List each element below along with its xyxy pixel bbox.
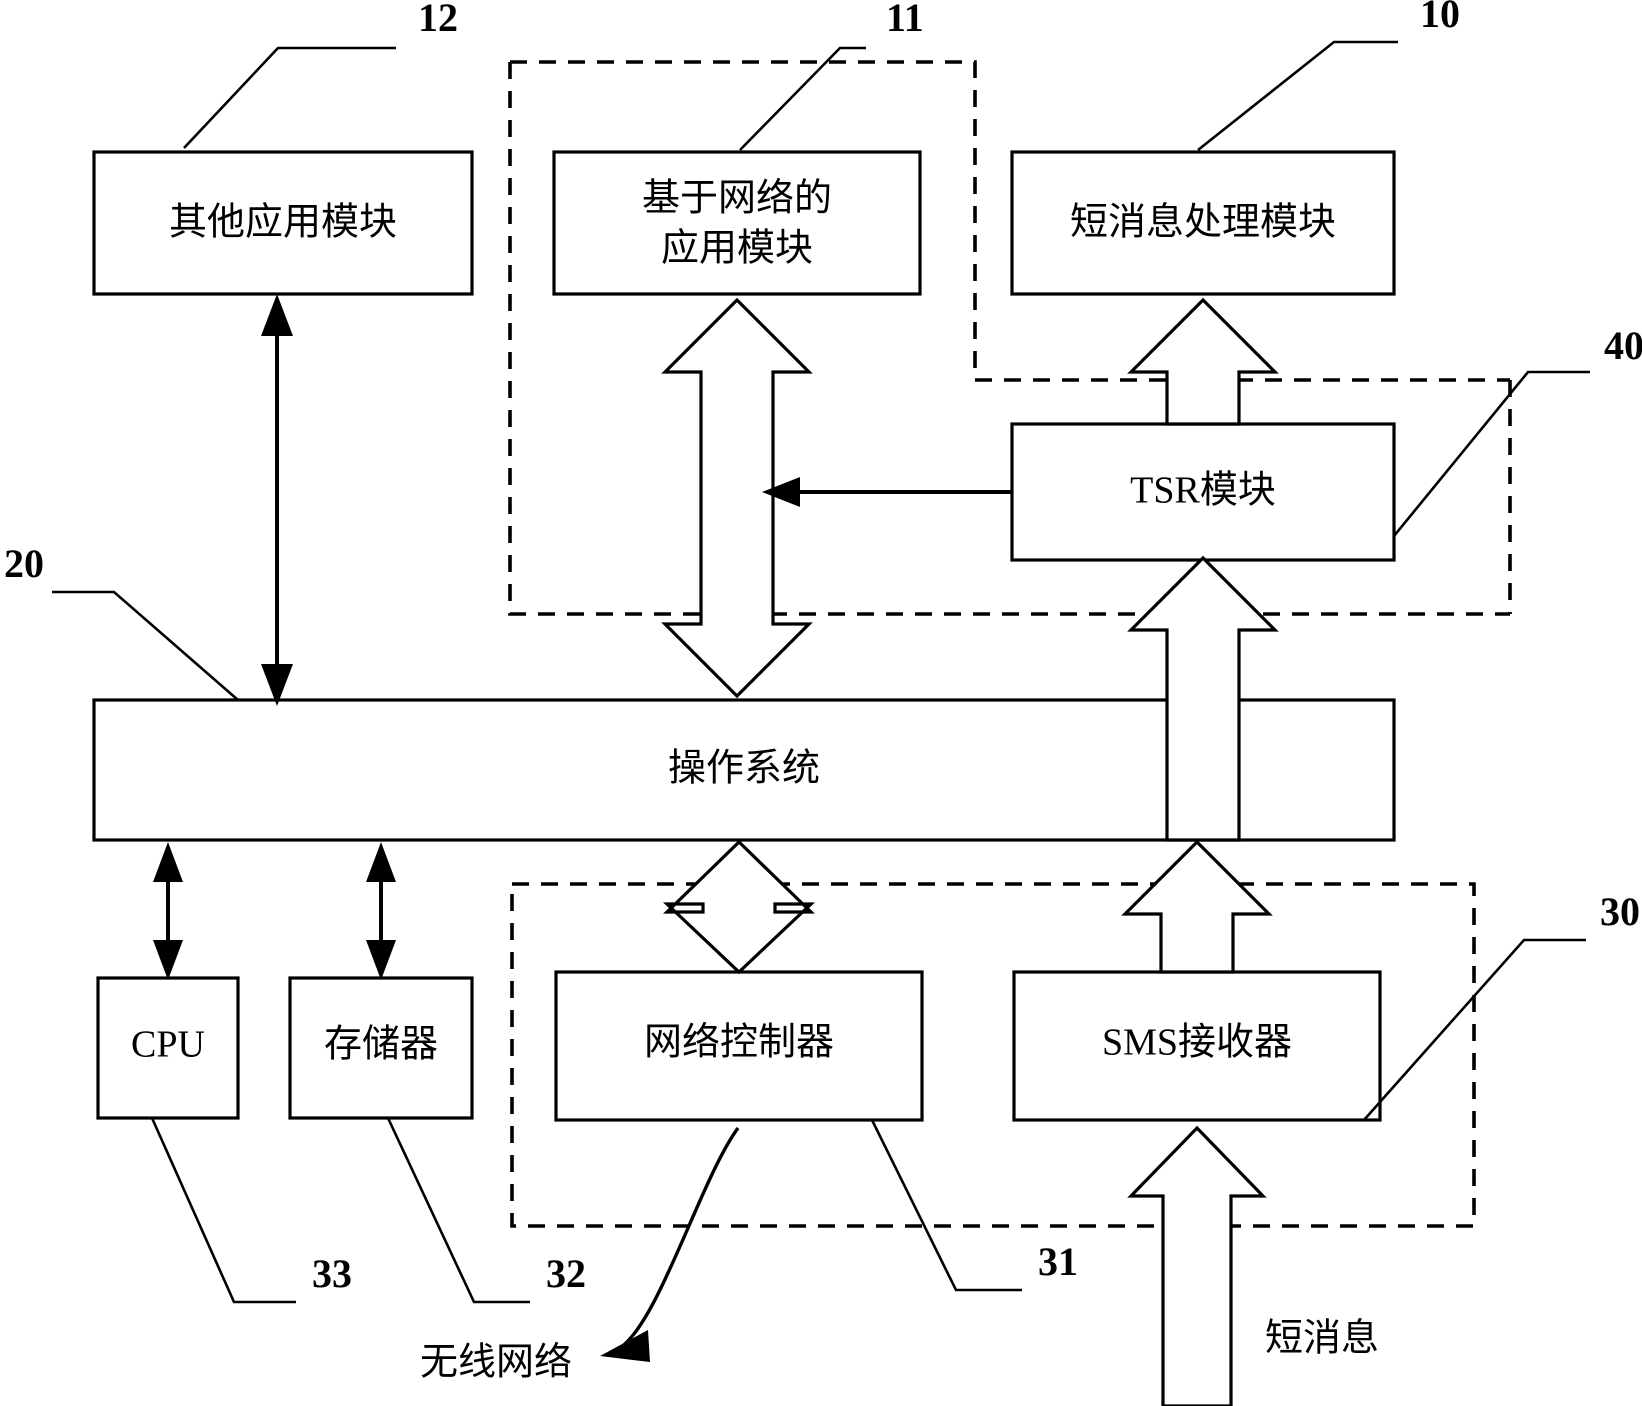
arrowhead-up (366, 842, 396, 882)
leader-line-40 (1392, 370, 1590, 537)
ref-number-40: 40 (1604, 323, 1642, 368)
box-network-app-module-label-line2: 应用模块 (661, 228, 813, 270)
ref-number-32: 32 (546, 1251, 586, 1296)
ref-number-10: 10 (1420, 0, 1460, 36)
leader-line-20 (52, 590, 239, 701)
leader-line-10 (1197, 40, 1398, 152)
box-network-controller-label: 网络控制器 (644, 1022, 834, 1064)
box-network-app-module[interactable] (552, 150, 922, 296)
ref-number-20: 20 (4, 541, 44, 586)
connector-os-to-memory (366, 842, 396, 980)
arrowhead-down (153, 940, 183, 980)
connector-tsr-to-network-app (762, 477, 1012, 507)
leader-line-31 (870, 1119, 1022, 1292)
connector-os-to-network-controller (662, 839, 816, 975)
connector-tsr-to-sms-processing (1127, 297, 1279, 426)
connector-sms-receiver-to-os (1121, 839, 1273, 974)
leader-line-12 (183, 46, 396, 149)
connector-short-message-to-sms-receiver (1127, 1125, 1267, 1406)
ref-number-12: 12 (418, 0, 458, 40)
box-operating-system-label: 操作系统 (668, 748, 820, 790)
connector-os-to-cpu (153, 842, 183, 980)
box-sms-processing-module-label: 短消息处理模块 (1070, 202, 1336, 244)
box-other-app-module-label: 其他应用模块 (169, 202, 397, 244)
system-block-diagram: 其他应用模块 基于网络的 应用模块 短消息处理模块 TSR模块 操作系统 CPU… (4, 0, 1642, 1406)
arrowhead-down (366, 940, 396, 980)
connector-other-app-to-os (261, 294, 293, 706)
box-memory-label: 存储器 (324, 1024, 438, 1066)
leader-line-33 (150, 1117, 296, 1304)
arrowhead-curve (600, 1330, 650, 1362)
box-cpu-label: CPU (131, 1024, 205, 1066)
ref-number-11: 11 (886, 0, 924, 40)
box-sms-receiver-label: SMS接收器 (1102, 1022, 1292, 1064)
label-short-message: 短消息 (1265, 1318, 1379, 1360)
ref-number-30: 30 (1600, 889, 1640, 934)
box-tsr-module-label: TSR模块 (1130, 470, 1276, 512)
arrowhead-up (261, 294, 293, 336)
ref-number-31: 31 (1038, 1239, 1078, 1284)
box-network-app-module-label-line1: 基于网络的 (642, 178, 832, 220)
arrowhead-up (153, 842, 183, 882)
leader-line-32 (386, 1117, 530, 1304)
connector-wireless-network-to-network-controller (600, 1126, 740, 1362)
diagram-canvas: 其他应用模块 基于网络的 应用模块 短消息处理模块 TSR模块 操作系统 CPU… (0, 0, 1642, 1406)
label-wireless-network: 无线网络 (420, 1342, 572, 1384)
ref-number-33: 33 (312, 1251, 352, 1296)
